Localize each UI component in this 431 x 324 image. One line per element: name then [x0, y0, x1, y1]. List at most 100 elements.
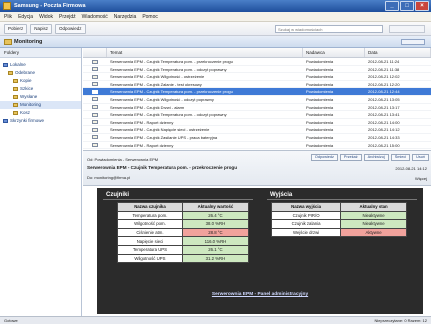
view-toggle[interactable] — [401, 39, 425, 45]
folder-icon — [8, 70, 13, 75]
sensor-value-ok: 26.1 °C — [181, 244, 250, 255]
reply-action-button[interactable]: Odpowiedz — [310, 154, 338, 161]
message-row[interactable]: Serwerownia EPM - Czujnik Temperatura po… — [83, 66, 431, 74]
search-input[interactable] — [275, 25, 383, 33]
status-bar: Gotowe Nieprzeczytane: 0 Razem: 12 — [0, 316, 431, 324]
output-state-alarm: Aktywne — [340, 227, 407, 238]
sensors-col-value: Aktualny wartość — [181, 202, 250, 212]
output-state-ok: Nieaktywne — [340, 219, 407, 229]
tree-item-copies[interactable]: Kopie — [0, 77, 81, 85]
folder-icon — [4, 39, 12, 45]
message-to: Do: monitoring@firma.pl — [87, 175, 131, 180]
tree-item-sent[interactable]: Wysłane — [0, 93, 81, 101]
main-toolbar: Pobierz Napisz Odpowiedz — [0, 22, 431, 36]
message-row[interactable]: Serwerownia EPM - Czujnik Napięcie sieci… — [83, 126, 431, 134]
message-row[interactable]: Serwerownia EPM - Czujnik Zalanie - test… — [83, 81, 431, 89]
output-row: Czujnik PIR/O Nieaktywne — [270, 210, 407, 221]
message-row[interactable]: Serwerownia EPM - Czujnik Temperatura po… — [83, 111, 431, 119]
reply-button[interactable]: Odpowiedz — [55, 23, 86, 34]
get-mail-button[interactable]: Pobierz — [4, 23, 28, 34]
menu-edit[interactable]: Edycja — [18, 14, 33, 20]
message-row[interactable]: Serwerownia EPM - Czujnik Drzwi - alarm P… — [83, 104, 431, 112]
message-date: 2012-08-21 14:12 — [395, 166, 427, 171]
status-text: Gotowe — [4, 318, 18, 323]
forward-action-button[interactable]: Przekaż — [339, 154, 362, 161]
message-row-selected[interactable]: Serwerownia EPM - Czujnik Temperatura po… — [83, 88, 431, 96]
message-actions: Odpowiedz Przekaż Archiwizuj Śmieci Usuń — [310, 154, 429, 161]
message-row[interactable]: Serwerownia EPM - Czujnik Temperatura po… — [83, 58, 431, 66]
envelope-icon — [92, 82, 98, 87]
col-from[interactable]: Nadawca — [303, 48, 365, 57]
menu-bar: Plik Edycja Widok Przejdź Wiadomość Narz… — [0, 12, 431, 22]
outputs-table: Nazwa wyjścia Aktualny stan Czujnik PIR/… — [270, 202, 407, 238]
sensors-table: Nazwa czujnika Aktualny wartość Temperat… — [117, 202, 250, 264]
envelope-icon — [92, 89, 98, 94]
envelope-icon — [92, 143, 98, 148]
message-row[interactable]: Serwerownia EPM - Czujnik Wilgotność - o… — [83, 96, 431, 104]
menu-help[interactable]: Pomoc — [142, 14, 158, 20]
col-date[interactable]: Data — [365, 48, 431, 57]
panel-header: Monitoring — [0, 36, 431, 48]
tree-item-trash[interactable]: Kosz — [0, 109, 81, 117]
tree-item-monitoring[interactable]: Monitoring — [0, 101, 81, 109]
envelope-icon — [92, 59, 98, 64]
message-subject: Serwerownia EPM - Czujnik Temperatura po… — [87, 165, 238, 170]
menu-tools[interactable]: Narzędzia — [114, 14, 137, 20]
envelope-icon — [92, 74, 98, 79]
col-flags[interactable] — [83, 48, 107, 57]
menu-file[interactable]: Plik — [4, 14, 12, 20]
trash-icon — [13, 110, 18, 115]
sensors-col-name: Nazwa czujnika — [117, 202, 183, 212]
status-counts: Nieprzeczytane: 0 Razem: 12 — [374, 318, 427, 323]
sensor-row: Ciśnienie atm. 28.8 °C — [117, 227, 250, 238]
tree-item-drafts[interactable]: Szkice — [0, 85, 81, 93]
sensor-row: Temperatura pom. 26.4 °C — [117, 210, 250, 221]
panel-title: Monitoring — [14, 39, 43, 45]
admin-panel-link[interactable]: Serwerownia EPM - Panel administracyjny — [97, 292, 423, 297]
sensor-value-ok: 31.2 %RH — [181, 253, 250, 264]
message-row[interactable]: Serwerownia EPM - Raport dzienny Powiadom… — [83, 142, 431, 150]
close-button[interactable]: × — [415, 1, 429, 11]
folder-icon — [13, 78, 18, 83]
sensor-value-ok: 26.4 °C — [181, 210, 250, 221]
envelope-icon — [92, 120, 98, 125]
folder-icon — [13, 86, 18, 91]
message-row[interactable]: Serwerownia EPM - Czujnik Wilgotność - o… — [83, 73, 431, 81]
mailbox-icon — [3, 118, 8, 123]
message-row[interactable]: Serwerownia EPM - Czujnik Zasilanie UPS … — [83, 134, 431, 142]
minimize-button[interactable]: _ — [385, 1, 399, 11]
tree-item-local[interactable]: Lokalne — [0, 61, 81, 69]
message-header: Od: Powiadomienia - Serwerownia EPM Serw… — [83, 150, 431, 186]
monitoring-dashboard: Czujniki Nazwa czujnika Aktualny wartość… — [97, 188, 423, 314]
tree-item-company[interactable]: Skrzynki firmowe — [0, 117, 81, 125]
maximize-button[interactable]: □ — [400, 1, 414, 11]
envelope-icon — [92, 97, 98, 102]
archive-action-button[interactable]: Archiwizuj — [363, 154, 389, 161]
tree-item-inbox[interactable]: Odebrane — [0, 69, 81, 77]
sensor-value-ok: 38.0 %RH — [181, 219, 250, 229]
folder-tree: Lokalne Odebrane Kopie Szkice Wysłane Mo… — [0, 58, 81, 125]
folder-sidebar: Foldery Lokalne Odebrane Kopie Szkice Wy… — [0, 48, 82, 316]
sensor-row: Temperatura UPS 26.1 °C — [117, 244, 250, 255]
folder-icon — [13, 94, 18, 99]
sensor-value-alarm: 28.8 °C — [181, 227, 250, 238]
col-subject[interactable]: Temat — [107, 48, 303, 57]
menu-view[interactable]: Widok — [39, 14, 53, 20]
more-button[interactable]: Więcej — [415, 176, 427, 181]
write-button[interactable]: Napisz — [30, 23, 53, 34]
toolbar-extra[interactable] — [389, 25, 425, 33]
sensor-value-ok: 116.0 %RH — [181, 236, 250, 246]
window-title: Samsung - Poczta Firmowa — [14, 3, 86, 9]
menu-go[interactable]: Przejdź — [59, 14, 76, 20]
envelope-icon — [92, 105, 98, 110]
outputs-col-state: Aktualny stan — [340, 202, 407, 212]
delete-action-button[interactable]: Usuń — [412, 154, 429, 161]
message-row[interactable]: Serwerownia EPM - Raport dzienny Powiadom… — [83, 119, 431, 127]
sensor-row: Wilgotność UPS 31.2 %RH — [117, 253, 250, 264]
output-state-ok: Nieaktywne — [340, 210, 407, 221]
sensors-title: Czujniki — [103, 190, 253, 200]
sidebar-header: Foldery — [0, 48, 81, 58]
output-row: Wejście drzwi Aktywne — [270, 227, 407, 238]
menu-message[interactable]: Wiadomość — [82, 14, 108, 20]
junk-action-button[interactable]: Śmieci — [390, 154, 411, 161]
